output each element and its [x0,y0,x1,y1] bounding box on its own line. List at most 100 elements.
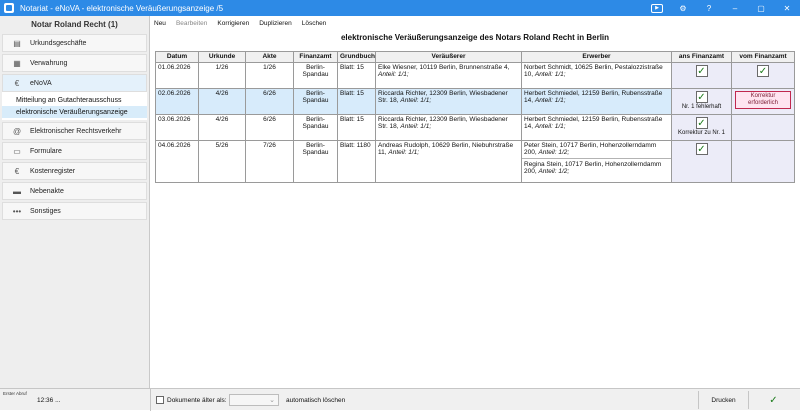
table-header-row: Datum Urkunde Akte Finanzamt Grundbuch V… [155,51,795,63]
sent-checkmark-icon: ✓ [695,117,708,129]
settings-button[interactable]: ⚙ [670,0,696,16]
sidebar-item-kostenregister[interactable]: € Kostenregister [2,162,147,180]
sidebar-item-nebenakte[interactable]: ▬ Nebenakte [2,182,147,200]
party-share: Anteil: 1/2; [538,168,570,175]
received-checkmark-icon: ✓ [757,65,769,77]
column-header[interactable]: ans Finanzamt [671,51,732,63]
cell-veraeusserer: Riccarda Richter, 12309 Berlin, Wiesbade… [375,114,522,141]
table-row[interactable]: 04.06.2026 5/26 7/26 Berlin-Spandau Blat… [155,140,795,183]
ok-button[interactable]: ✓ [748,391,798,409]
correct-button[interactable]: Korrigieren [217,20,249,27]
subnav-item-veraeusserungsanzeige[interactable]: elektronische Veräußerungsanzeige [2,106,147,118]
party-share: Anteil: 1/1; [534,123,566,130]
column-header[interactable]: Finanzamt [293,51,338,63]
cell-ans-finanzamt: ✓ Nr. 1 fehlerhaft [671,88,732,115]
cell-veraeusserer: Andreas Rudolph, 10629 Berlin, Niebuhrst… [375,140,522,183]
party-share: Anteil: 1/1; [378,71,409,78]
print-button[interactable]: Drucken [698,391,748,409]
sidebar-item-label: eNoVA [30,79,52,87]
checkmark-icon: ✓ [769,394,778,406]
sidebar: Notar Roland Recht (1) ▤ Urkundsgeschäft… [0,16,150,388]
column-header[interactable]: Akte [245,51,294,63]
new-button[interactable]: Neu [154,20,166,27]
sent-checkmark-icon: ✓ [695,65,708,77]
cell-akte: 1/26 [245,62,294,89]
help-button[interactable]: ? [696,0,722,16]
documents-older-checkbox[interactable] [156,396,164,404]
correction-required-badge[interactable]: Korrektur erforderlich [735,91,791,109]
duplicate-button[interactable]: Duplizieren [259,20,292,27]
cell-finanzamt: Berlin-Spandau [293,140,338,183]
sidebar-item-formulare[interactable]: ▭ Formulare [2,142,147,160]
age-select[interactable]: ⌄ [229,394,279,406]
cell-ans-finanzamt: ✓ Korrektur zu Nr. 1 [671,114,732,141]
title-bar: Notariat - eNoVA - elektronische Veräuße… [0,0,800,16]
cell-urkunde: 5/26 [198,140,246,183]
youtube-button[interactable]: ▶ [644,0,670,16]
subnav-item-gutachterausschuss[interactable]: Mitteilung an Gutachterausschuss [2,94,147,106]
cell-akte: 6/26 [245,88,294,115]
cell-urkunde: 4/26 [198,88,246,115]
veraeusserungsanzeige-table: Datum Urkunde Akte Finanzamt Grundbuch V… [155,51,795,183]
minimize-button[interactable]: – [722,0,748,16]
first-fetch-time: 12:36 ... [37,397,61,404]
column-header[interactable]: Veräußerer [375,51,522,63]
sidebar-title: Notar Roland Recht (1) [31,19,118,29]
form-icon: ▭ [13,146,21,156]
auto-delete-label: automatisch löschen [286,397,346,404]
minimize-icon: – [732,3,738,13]
more-icon: ••• [12,206,22,216]
sidebar-item-label: Sonstiges [30,207,61,215]
cell-finanzamt: Berlin-Spandau [293,114,338,141]
cell-veraeusserer: Elke Wiesner, 10119 Berlin, Brunnenstraß… [375,62,522,89]
sidebar-item-urkundsgeschaefte[interactable]: ▤ Urkundsgeschäfte [2,34,147,52]
cell-urkunde: 4/26 [198,114,246,141]
cell-date: 01.06.2026 [155,62,199,89]
column-header[interactable]: Grundbuch [337,51,376,63]
maximize-icon: ▢ [757,3,765,13]
cell-ans-finanzamt: ✓ [671,140,732,183]
delete-button[interactable]: Löschen [302,20,327,27]
cell-vom-finanzamt: Korrektur erforderlich [731,88,795,115]
page-title: elektronische Veräußerungsanzeige des No… [340,32,610,42]
status-bar: Erster Abruf 12:36 ... Dokumente älter a… [0,388,800,411]
certificate-icon: ▤ [13,38,21,48]
main-content: elektronische Veräußerungsanzeige des No… [152,30,798,388]
close-button[interactable]: ✕ [774,0,800,16]
column-header[interactable]: Datum [155,51,199,63]
sidebar-item-label: Verwahrung [30,59,68,67]
cell-erwerber: Norbert Schmidt, 10625 Berlin, Pestalozz… [521,62,672,89]
sidebar-item-label: Nebenakte [30,187,64,195]
edit-button[interactable]: Bearbeiten [176,20,207,27]
cell-grundbuch: Blatt: 15 [337,62,376,89]
sidebar-item-rechtsverkehr[interactable]: @ Elektronischer Rechtsverkehr [2,122,147,140]
table-row[interactable]: 01.06.2026 1/26 1/26 Berlin-Spandau Blat… [155,62,795,89]
column-header[interactable]: vom Finanzamt [731,51,795,63]
sidebar-item-label: Elektronischer Rechtsverkehr [30,127,122,135]
folder-icon: ▬ [13,186,21,196]
app-icon [4,3,14,13]
sidebar-item-sonstiges[interactable]: ••• Sonstiges [2,202,147,220]
cell-grundbuch: Blatt: 15 [337,88,376,115]
divider [522,158,671,159]
party-share: Anteil: 1/1; [534,71,566,78]
cell-grundbuch: Blatt: 1180 [337,140,376,183]
column-header[interactable]: Erwerber [521,51,672,63]
sidebar-item-enova[interactable]: € eNoVA [2,74,147,92]
help-icon: ? [706,3,712,13]
sidebar-item-verwahrung[interactable]: ▦ Verwahrung [2,54,147,72]
column-header[interactable]: Urkunde [198,51,246,63]
maximize-button[interactable]: ▢ [748,0,774,16]
cell-finanzamt: Berlin-Spandau [293,62,338,89]
cell-veraeusserer: Riccarda Richter, 12309 Berlin, Wiesbade… [375,88,522,115]
party-share: Anteil: 1/1; [388,149,420,156]
cell-akte: 6/26 [245,114,294,141]
enova-icon: € [14,78,20,88]
sent-checkmark-icon: ✓ [695,143,708,155]
status-note: Nr. 1 fehlerhaft [681,104,722,110]
first-fetch-label: Erster Abruf [3,391,27,396]
table-row[interactable]: 02.06.2026 4/26 6/26 Berlin-Spandau Blat… [155,88,795,115]
status-note: Korrektur zu Nr. 1 [677,130,725,136]
table-row[interactable]: 03.06.2026 4/26 6/26 Berlin-Spandau Blat… [155,114,795,141]
documents-older-label: Dokumente älter als: [167,397,227,404]
